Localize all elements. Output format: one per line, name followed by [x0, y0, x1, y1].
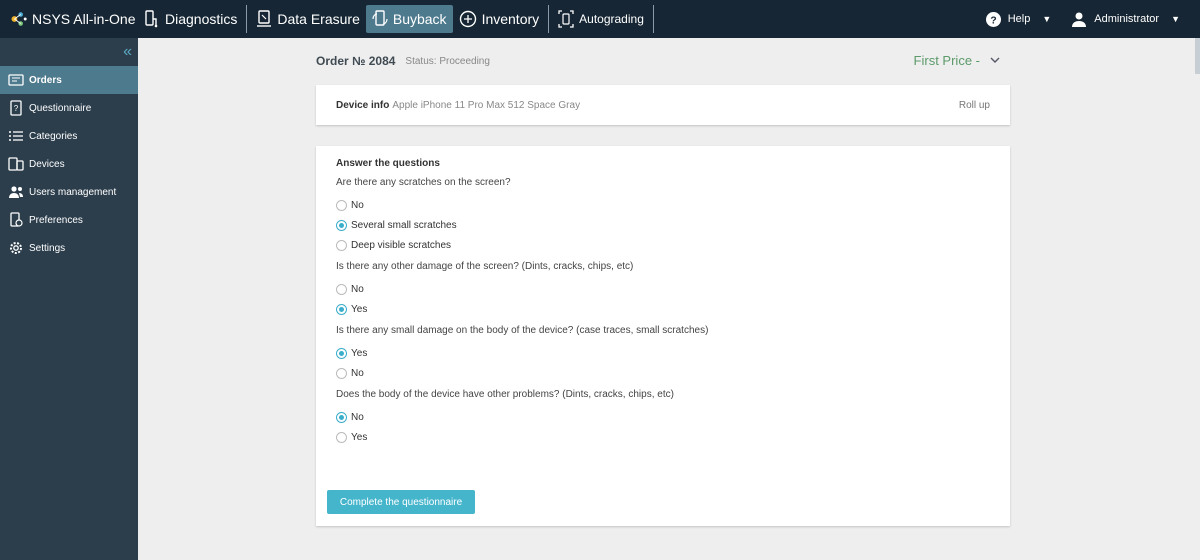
answer-label: No — [351, 199, 364, 211]
radio-button[interactable] — [336, 367, 347, 379]
svg-text:?: ? — [990, 15, 996, 26]
nav-buyback[interactable]: Buyback — [365, 5, 453, 33]
question-list: Are there any scratches on the screen? No… — [336, 177, 990, 447]
answer-option[interactable]: No — [336, 407, 990, 427]
chevron-down-icon: ▼ — [1171, 14, 1180, 24]
question-block: Does the body of the device have other p… — [336, 389, 990, 447]
chevron-down-icon: ▼ — [1042, 14, 1052, 24]
data-erasure-icon — [257, 10, 272, 27]
top-nav: Diagnostics Data Erasure Buyback Invento… — [138, 0, 657, 38]
list-icon — [9, 131, 23, 141]
svg-text:?: ? — [14, 104, 19, 113]
inventory-icon — [459, 10, 476, 28]
nav-inventory[interactable]: Inventory — [453, 5, 546, 33]
order-header: Order № 2084 Status: Proceeding First Pr… — [316, 50, 1010, 72]
top-bar: NSYS All-in-One Diagnostics Data Erasure… — [0, 0, 1200, 38]
answer-option[interactable]: Yes — [336, 427, 990, 447]
nav-divider — [652, 5, 654, 33]
question-text: Are there any scratches on the screen? — [336, 177, 511, 188]
order-title: Order № 2084 — [316, 54, 396, 68]
nav-divider — [548, 5, 550, 33]
autograding-icon — [558, 10, 574, 28]
answer-option[interactable]: Deep visible scratches — [336, 235, 990, 255]
radio-button[interactable] — [336, 283, 347, 295]
answer-option[interactable]: Yes — [336, 299, 990, 319]
device-info-value: Apple iPhone 11 Pro Max 512 Space Gray — [392, 99, 581, 111]
user-menu[interactable]: Administrator ▼ — [1071, 11, 1180, 27]
question-text: Is there any other damage of the screen?… — [336, 261, 634, 272]
sidebar-item-questionnaire[interactable]: ? Questionnaire — [0, 94, 138, 122]
radio-button[interactable] — [336, 303, 347, 315]
main-content: Order № 2084 Status: Proceeding First Pr… — [138, 38, 1200, 560]
users-icon — [9, 186, 23, 198]
roll-up-link[interactable]: Roll up — [959, 100, 990, 111]
questionnaire-icon: ? — [10, 100, 22, 116]
answer-label: Deep visible scratches — [351, 239, 452, 251]
nav-autograding[interactable]: Autograding — [552, 5, 650, 33]
radio-button[interactable] — [336, 239, 347, 251]
nav-data-erasure[interactable]: Data Erasure — [250, 5, 365, 33]
answer-option[interactable]: No — [336, 279, 990, 299]
answer-option[interactable]: Several small scratches — [336, 215, 990, 235]
sidebar: « Orders ? Questionnaire Categories Devi… — [0, 38, 138, 560]
answer-option[interactable]: No — [336, 363, 990, 383]
question-block: Are there any scratches on the screen? No… — [336, 177, 990, 255]
help-icon: ? — [985, 11, 1001, 27]
questionnaire-card: Answer the questions Are there any scrat… — [316, 146, 1010, 526]
brand[interactable]: NSYS All-in-One — [0, 0, 138, 38]
question-block: Is there any small damage on the body of… — [336, 325, 990, 383]
radio-button[interactable] — [336, 219, 347, 231]
sidebar-item-orders[interactable]: Orders — [0, 66, 138, 94]
user-icon — [1072, 12, 1087, 27]
diagnostics-icon — [145, 10, 158, 28]
nav-divider — [246, 5, 248, 33]
brand-name: NSYS All-in-One — [32, 11, 136, 27]
question-text: Is there any small damage on the body of… — [336, 325, 709, 336]
questionnaire-heading: Answer the questions — [336, 158, 440, 169]
sidebar-item-categories[interactable]: Categories — [0, 122, 138, 150]
radio-button[interactable] — [336, 347, 347, 359]
answer-option[interactable]: No — [336, 195, 990, 215]
preferences-icon — [10, 212, 23, 227]
scrollbar[interactable] — [1195, 38, 1200, 74]
answer-label: No — [351, 367, 364, 379]
answer-label: No — [351, 411, 364, 423]
help-menu[interactable]: ? Help ▼ — [985, 11, 1052, 27]
radio-button[interactable] — [336, 431, 347, 443]
sidebar-item-users-management[interactable]: Users management — [0, 178, 138, 206]
order-status: Status: Proceeding — [405, 55, 490, 67]
sidebar-item-preferences[interactable]: Preferences — [0, 206, 138, 234]
orders-icon — [8, 74, 24, 86]
complete-questionnaire-button[interactable]: Complete the questionnaire — [327, 490, 475, 514]
sidebar-item-devices[interactable]: Devices — [0, 150, 138, 178]
nav-diagnostics[interactable]: Diagnostics — [138, 5, 243, 33]
answer-label: Yes — [351, 347, 368, 359]
answer-option[interactable]: Yes — [336, 343, 990, 363]
price-select[interactable]: First Price - — [914, 53, 1000, 68]
answer-label: No — [351, 283, 364, 295]
answer-label: Several small scratches — [351, 219, 457, 231]
answer-label: Yes — [351, 431, 368, 443]
devices-icon — [8, 157, 24, 171]
buyback-icon — [372, 10, 388, 26]
question-block: Is there any other damage of the screen?… — [336, 261, 990, 319]
nsys-logo-icon — [11, 12, 27, 26]
chevron-down-icon — [990, 57, 1000, 63]
question-text: Does the body of the device have other p… — [336, 389, 674, 400]
radio-button[interactable] — [336, 199, 347, 211]
top-right-controls: ? Help ▼ Administrator ▼ — [985, 0, 1200, 38]
device-info-label: Device info — [336, 99, 390, 111]
sidebar-item-settings[interactable]: Settings — [0, 234, 138, 262]
radio-button[interactable] — [336, 411, 347, 423]
device-info-card: Device info Apple iPhone 11 Pro Max 512 … — [316, 85, 1010, 125]
gear-icon — [10, 242, 22, 254]
collapse-sidebar-icon[interactable]: « — [0, 38, 138, 66]
answer-label: Yes — [351, 303, 368, 315]
